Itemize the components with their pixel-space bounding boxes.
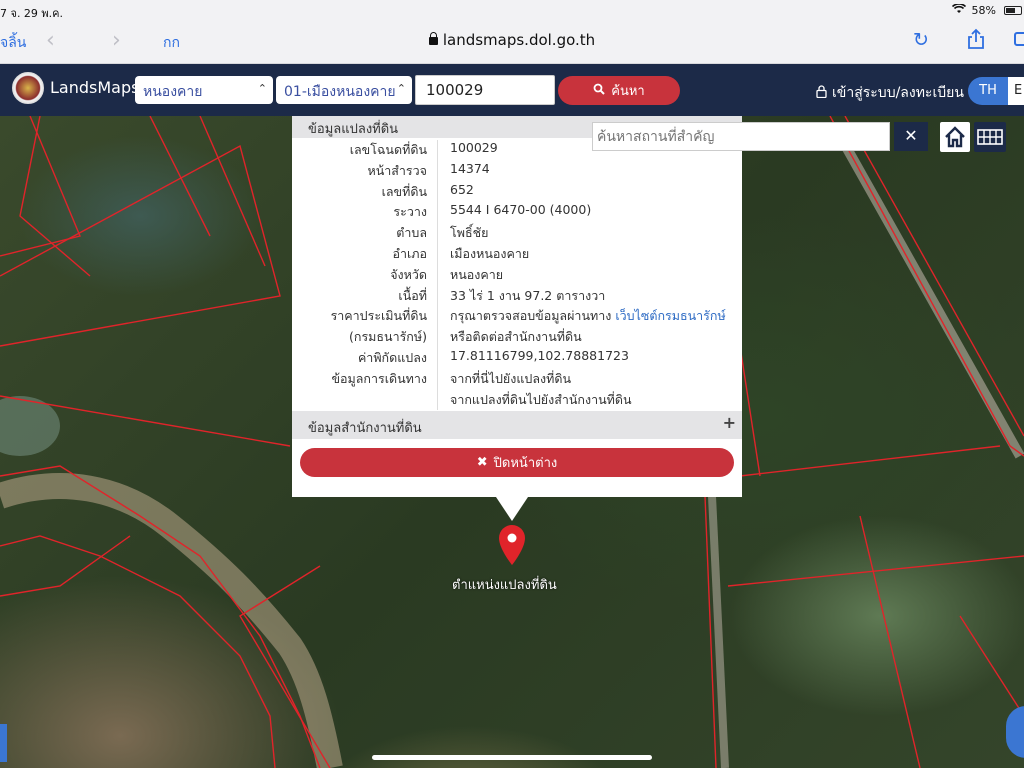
info-row: อำเภอ เมืองหนองคาย [292, 243, 742, 265]
directions-to-office-link[interactable]: จากแปลงที่ดินไปยังสำนักงานที่ดิน [438, 390, 632, 411]
search-button[interactable]: ค้นหา [558, 76, 680, 105]
info-row: (กรมธนารักษ์) หรือติดต่อสำนักงานที่ดิน [292, 327, 742, 348]
clear-search-button[interactable]: ✕ [894, 122, 928, 151]
tabs-icon[interactable] [1014, 32, 1024, 46]
parcel-info-table: เลขโฉนดที่ดิน 100029 หน้าสำรวจ 14374 เลขที… [292, 140, 742, 411]
home-indicator [372, 755, 652, 760]
info-row: ข้อมูลการเดินทาง จากที่นี่ไปยังแปลงที่ดิน [292, 368, 742, 390]
battery-icon [1004, 6, 1022, 15]
office-section-header[interactable]: ข้อมูลสำนักงานที่ดิน + [292, 411, 742, 439]
department-logo [12, 72, 44, 104]
lang-th[interactable]: TH [968, 77, 1008, 105]
url-text: landsmaps.dol.go.th [442, 31, 596, 49]
location-pin-icon[interactable] [497, 523, 527, 571]
deed-number-input[interactable] [415, 75, 555, 105]
popup-pointer [496, 497, 528, 521]
landmark-search-input[interactable] [592, 122, 890, 151]
close-icon: ✕ [904, 126, 918, 145]
info-row: หน้าสำรวจ 14374 [292, 160, 742, 182]
info-row: ค่าพิกัดแปลง 17.81116799,102.78881723 [292, 347, 742, 369]
close-icon: ✖ [476, 455, 488, 470]
browser-toolbar: จลิ้น ‹ › กก landsmaps.dol.go.th ↻ [0, 22, 1024, 64]
search-icon [593, 83, 605, 99]
home-button[interactable] [940, 122, 970, 152]
directions-to-parcel-link[interactable]: จากที่นี่ไปยังแปลงที่ดิน [438, 369, 571, 390]
coordinates-link[interactable]: 17.81116799,102.78881723 [438, 348, 629, 369]
pin-label: ตำแหน่งแปลงที่ดิน [452, 578, 557, 593]
lock-icon [816, 84, 827, 102]
district-select[interactable]: 01-เมืองหนองคาย ⌃ [276, 76, 412, 104]
status-bar: 7 จ. 29 พ.ค. 58% [0, 0, 1024, 22]
app-header: LandsMaps หนองคาย ⌃ 01-เมืองหนองคาย ⌃ ค้… [0, 64, 1024, 116]
parcel-info-popup: ข้อมูลแปลงที่ดิน เลขโฉนดที่ดิน 100029 หน้… [292, 116, 742, 497]
wifi-icon [951, 3, 966, 17]
share-icon[interactable] [966, 28, 986, 50]
reload-icon[interactable]: ↻ [913, 29, 929, 51]
battery-percent: 58% [971, 4, 996, 17]
login-link[interactable]: เข้าสู่ระบบ/ลงทะเบียน [816, 82, 964, 104]
lang-en[interactable]: E [1008, 77, 1024, 105]
info-row: ราคาประเมินที่ดิน กรุณาตรวจสอบข้อมูลผ่านท… [292, 306, 742, 328]
grid-icon [977, 129, 1003, 145]
info-row: เลขที่ดิน 652 [292, 181, 742, 203]
info-row: ตำบล โพธิ์ชัย [292, 223, 742, 244]
home-icon [945, 126, 965, 148]
brand-name: LandsMaps [50, 78, 140, 97]
layers-grid-button[interactable] [974, 122, 1006, 152]
address-bar[interactable]: landsmaps.dol.go.th [0, 31, 1024, 49]
chevron-updown-icon: ⌃ [396, 82, 406, 95]
lock-icon [428, 32, 438, 45]
side-tab-button[interactable] [0, 724, 7, 762]
info-row: จังหวัด หนองคาย [292, 264, 742, 286]
info-row: เนื้อที่ 33 ไร่ 1 งาน 97.2 ตารางวา [292, 285, 742, 307]
language-toggle[interactable]: TH E [968, 77, 1024, 105]
info-row: ระวาง 5544 I 6470-00 (4000) [292, 202, 742, 224]
province-select[interactable]: หนองคาย ⌃ [135, 76, 273, 104]
status-date: 7 จ. 29 พ.ค. [0, 7, 64, 20]
expand-plus-icon[interactable]: + [723, 413, 736, 432]
info-row: จากแปลงที่ดินไปยังสำนักงานที่ดิน [292, 389, 742, 411]
close-window-button[interactable]: ✖ ปิดหน้าต่าง [300, 448, 734, 477]
treasury-website-link[interactable]: เว็บไซต์กรมธนารักษ์ [615, 308, 725, 323]
chevron-updown-icon: ⌃ [257, 82, 267, 95]
